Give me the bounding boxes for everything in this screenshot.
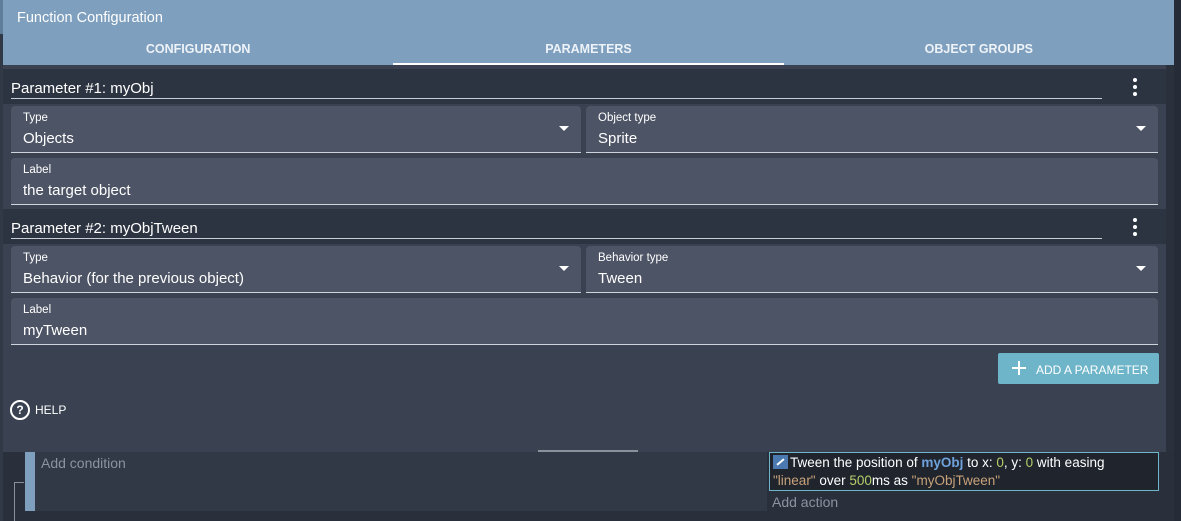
parameter-1-label-field[interactable]: Label the target object xyxy=(11,158,1158,205)
parameter-1-header: Parameter #1: myObj xyxy=(3,69,1166,104)
type-label: Type xyxy=(23,252,48,264)
dialog-title: Function Configuration xyxy=(17,10,163,26)
dot xyxy=(1133,225,1137,229)
chevron-down-icon xyxy=(1136,126,1146,131)
action-tween-name: "myObjTween" xyxy=(911,473,1001,488)
dot xyxy=(1133,92,1137,96)
type-label: Type xyxy=(23,112,48,124)
chevron-down-icon xyxy=(1136,266,1146,271)
action-duration: 500 xyxy=(849,473,872,488)
conditions-column xyxy=(25,452,767,511)
chevron-down-icon xyxy=(559,266,569,271)
parameter-2-behavior-type-select[interactable]: Behavior type Tween xyxy=(586,246,1158,293)
chevron-down-icon xyxy=(559,126,569,131)
dialog-title-bar: Function Configuration xyxy=(0,0,1181,34)
help-label: HELP xyxy=(35,402,67,417)
action-text: ms as xyxy=(871,473,912,488)
object-type-label: Object type xyxy=(598,112,657,124)
label-caption: Label xyxy=(23,304,52,316)
action-easing: "linear" xyxy=(773,473,816,488)
action-x-value: 0 xyxy=(996,455,1004,470)
help-button[interactable]: ? HELP xyxy=(10,399,66,420)
object-type-value: Sprite xyxy=(598,130,638,147)
event-bracket xyxy=(14,482,24,521)
action-text: , y: xyxy=(1003,455,1026,470)
add-condition-link[interactable]: Add condition xyxy=(41,455,126,471)
behavior-type-label: Behavior type xyxy=(598,252,669,264)
scrollbar[interactable] xyxy=(1166,65,1174,452)
add-parameter-label: ADD A PARAMETER xyxy=(1036,363,1149,377)
tab-parameters[interactable]: PARAMETERS xyxy=(393,34,784,65)
action-text: to x: xyxy=(963,455,997,470)
label-caption: Label xyxy=(23,164,52,176)
type-value: Behavior (for the previous object) xyxy=(23,270,244,287)
parameter-2-type-select[interactable]: Type Behavior (for the previous object) xyxy=(11,246,581,293)
add-parameter-button[interactable]: ADD A PARAMETER xyxy=(998,353,1159,384)
plus-icon xyxy=(1012,361,1026,375)
action-object: myObj xyxy=(921,455,964,470)
add-action-link[interactable]: Add action xyxy=(772,494,838,510)
behavior-type-value: Tween xyxy=(598,270,643,287)
tween-action[interactable]: Tween the position of myObj to x: 0, y: … xyxy=(769,452,1159,491)
dot xyxy=(1133,85,1137,89)
tab-object-groups[interactable]: OBJECT GROUPS xyxy=(784,34,1174,65)
type-value: Objects xyxy=(23,130,74,147)
label-value: the target object xyxy=(23,182,131,199)
action-text: over xyxy=(815,473,850,488)
label-value: myTween xyxy=(23,322,88,339)
parameter-1-more-icon[interactable] xyxy=(1130,78,1140,96)
event-drag-bar[interactable] xyxy=(25,452,35,511)
parameter-1-name-field[interactable]: Parameter #1: myObj xyxy=(11,80,1102,99)
help-icon: ? xyxy=(10,399,30,420)
action-text: with easing xyxy=(1033,455,1105,470)
dot xyxy=(1133,232,1137,236)
action-text: Tween the position of xyxy=(790,455,922,470)
window-edge xyxy=(1174,0,1181,521)
dot xyxy=(1133,218,1137,222)
parameter-2-label-field[interactable]: Label myTween xyxy=(11,298,1158,345)
parameter-2-more-icon[interactable] xyxy=(1130,218,1140,236)
tween-icon xyxy=(773,455,788,469)
dot xyxy=(1133,78,1137,82)
parameter-2-name-field[interactable]: Parameter #2: myObjTween xyxy=(11,220,1102,239)
parameter-1-object-type-select[interactable]: Object type Sprite xyxy=(586,106,1158,153)
tab-configuration[interactable]: CONFIGURATION xyxy=(3,34,393,65)
parameter-1-type-select[interactable]: Type Objects xyxy=(11,106,581,153)
parameter-2-header: Parameter #2: myObjTween xyxy=(3,209,1166,244)
tab-bar: CONFIGURATION PARAMETERS OBJECT GROUPS xyxy=(3,34,1174,65)
